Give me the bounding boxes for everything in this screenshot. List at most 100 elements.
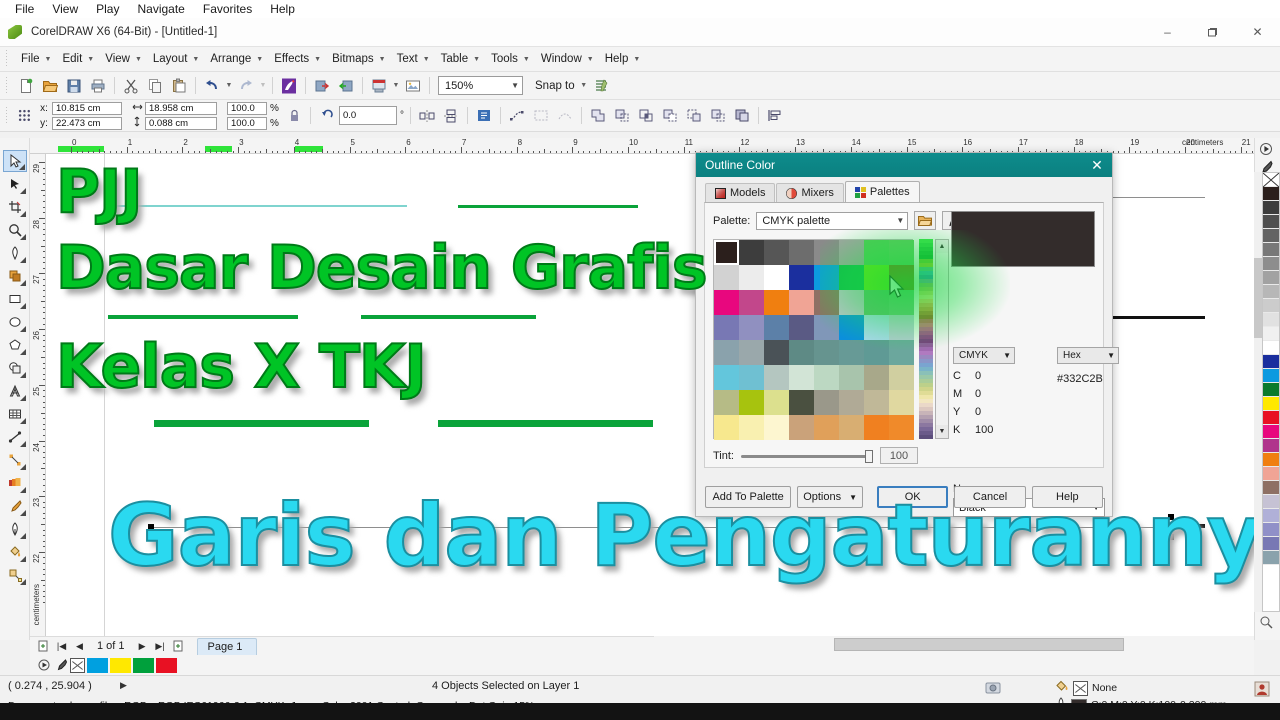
fill-none-swatch[interactable]	[1073, 680, 1088, 696]
folder-open-icon[interactable]	[914, 211, 937, 230]
palette-swatch[interactable]	[839, 265, 864, 290]
palette-swatch[interactable]	[889, 240, 914, 265]
palette-color-swatch[interactable]	[1263, 481, 1279, 495]
palette-color-swatch[interactable]	[1263, 551, 1279, 565]
simplify-icon[interactable]	[659, 105, 681, 127]
palette-color-swatch[interactable]	[1263, 495, 1279, 509]
channel-c-value[interactable]: 0	[975, 370, 981, 382]
maximize-button[interactable]	[1190, 18, 1235, 47]
interactive-fill-tool[interactable]	[3, 564, 27, 586]
application-launcher-icon[interactable]	[278, 75, 300, 97]
palette-swatch[interactable]	[789, 240, 814, 265]
palette-color-swatch[interactable]	[1263, 369, 1279, 383]
palette-color-swatch[interactable]	[1263, 299, 1279, 313]
palette-swatch[interactable]	[739, 415, 764, 440]
hex-model-combobox[interactable]: Hex ▼	[1057, 347, 1119, 364]
palette-swatch[interactable]	[714, 240, 739, 265]
tab-palettes[interactable]: Palettes	[844, 181, 920, 202]
save-icon[interactable]	[63, 75, 85, 97]
menu-table[interactable]: Table ▼	[434, 48, 484, 70]
shape-tool[interactable]	[3, 173, 27, 195]
palette-swatch[interactable]	[864, 390, 889, 415]
palette-swatch[interactable]	[839, 365, 864, 390]
scale-vertical-input[interactable]: 100.0	[227, 116, 267, 130]
palette-swatch[interactable]	[839, 315, 864, 340]
y-position-input[interactable]: 22.473 cm	[52, 116, 122, 130]
trim-icon[interactable]	[611, 105, 633, 127]
minimize-button[interactable]: –	[1145, 18, 1190, 47]
palette-swatch[interactable]	[889, 315, 914, 340]
snap-to-label[interactable]: Snap to	[527, 80, 579, 92]
palette-swatch[interactable]	[764, 265, 789, 290]
palette-swatch[interactable]	[889, 365, 914, 390]
player-menu-favorites[interactable]: Favorites	[194, 0, 261, 18]
palette-swatch[interactable]	[814, 390, 839, 415]
new-document-icon[interactable]	[15, 75, 37, 97]
tab-models[interactable]: Models	[705, 183, 776, 202]
palette-swatch[interactable]	[814, 290, 839, 315]
horizontal-scrollbar-thumb[interactable]	[834, 638, 1124, 651]
canvas-line-green-1[interactable]	[458, 205, 638, 208]
canvas-line-black-1[interactable]	[1105, 316, 1205, 319]
crop-tool[interactable]	[3, 196, 27, 218]
property-bar-drag-grip[interactable]	[4, 106, 11, 125]
palette-swatch[interactable]	[889, 390, 914, 415]
paste-icon[interactable]	[168, 75, 190, 97]
palette-swatch[interactable]	[714, 290, 739, 315]
artwork-line-dasar[interactable]: Dasar Desain Grafis Dasar Desain Grafis	[55, 232, 713, 309]
canvas-line-teal-1[interactable]	[112, 205, 407, 207]
palette-swatch[interactable]	[714, 390, 739, 415]
hex-value[interactable]: #332C2B	[1057, 373, 1119, 385]
close-icon[interactable]: ✕	[1082, 153, 1112, 177]
scale-horizontal-input[interactable]: 100.0	[227, 101, 267, 115]
outline-color-dialog[interactable]: Outline Color ✕ Models Mixers Palettes P…	[695, 152, 1119, 517]
copy-icon[interactable]	[144, 75, 166, 97]
cut-icon[interactable]	[120, 75, 142, 97]
mirror-horizontal-icon[interactable]	[416, 105, 438, 127]
palette-swatch[interactable]	[864, 340, 889, 365]
menu-view[interactable]: View ▼	[98, 48, 146, 70]
align-and-distribute-icon[interactable]	[764, 105, 786, 127]
palette-swatch[interactable]	[889, 340, 914, 365]
channel-m-value[interactable]: 0	[975, 388, 981, 400]
palette-swatch[interactable]	[839, 390, 864, 415]
menu-tools[interactable]: Tools ▼	[484, 48, 534, 70]
outline-pen-tool[interactable]	[3, 518, 27, 540]
blend-tool[interactable]	[3, 472, 27, 494]
artwork-line-kelas[interactable]: Kelas X TKJ Kelas X TKJ	[55, 331, 432, 408]
channel-k-value[interactable]: 100	[975, 424, 993, 436]
menu-file[interactable]: File ▼	[14, 48, 55, 70]
rectangle-tool[interactable]	[3, 288, 27, 310]
palette-swatch[interactable]	[739, 315, 764, 340]
export-icon[interactable]	[335, 75, 357, 97]
boundary-icon[interactable]	[731, 105, 753, 127]
hue-strip-band[interactable]	[919, 435, 933, 439]
palette-swatch[interactable]	[764, 315, 789, 340]
palette-color-swatch[interactable]	[1263, 383, 1279, 397]
menu-text[interactable]: Text ▼	[390, 48, 434, 70]
scroll-up-icon[interactable]: ▲	[936, 240, 948, 253]
rotation-angle-input[interactable]: 0.0	[339, 106, 397, 125]
palette-swatch[interactable]	[814, 415, 839, 440]
polygon-tool[interactable]	[3, 334, 27, 356]
player-menu-navigate[interactable]: Navigate	[128, 0, 193, 18]
palette-swatch-grid[interactable]	[713, 239, 914, 440]
lock-ratio-icon[interactable]	[283, 105, 305, 127]
palette-color-swatch[interactable]	[1263, 229, 1279, 243]
palette-color-swatch[interactable]	[1263, 285, 1279, 299]
publish-to-pdf-icon[interactable]	[368, 75, 390, 97]
palette-color-swatch[interactable]	[1263, 327, 1279, 341]
menu-edit[interactable]: Edit ▼	[55, 48, 98, 70]
palette-swatch[interactable]	[864, 315, 889, 340]
palette-swatch[interactable]	[764, 290, 789, 315]
palette-color-swatch[interactable]	[1263, 397, 1279, 411]
undo-icon[interactable]	[201, 75, 223, 97]
palette-color-swatch[interactable]	[1263, 243, 1279, 257]
palette-color-swatch[interactable]	[1263, 411, 1279, 425]
palette-swatch[interactable]	[764, 365, 789, 390]
palette-color-swatch[interactable]	[1263, 257, 1279, 271]
pick-tool[interactable]	[2, 150, 27, 172]
import-icon[interactable]	[311, 75, 333, 97]
palette-swatch[interactable]	[739, 365, 764, 390]
palette-swatch[interactable]	[839, 415, 864, 440]
